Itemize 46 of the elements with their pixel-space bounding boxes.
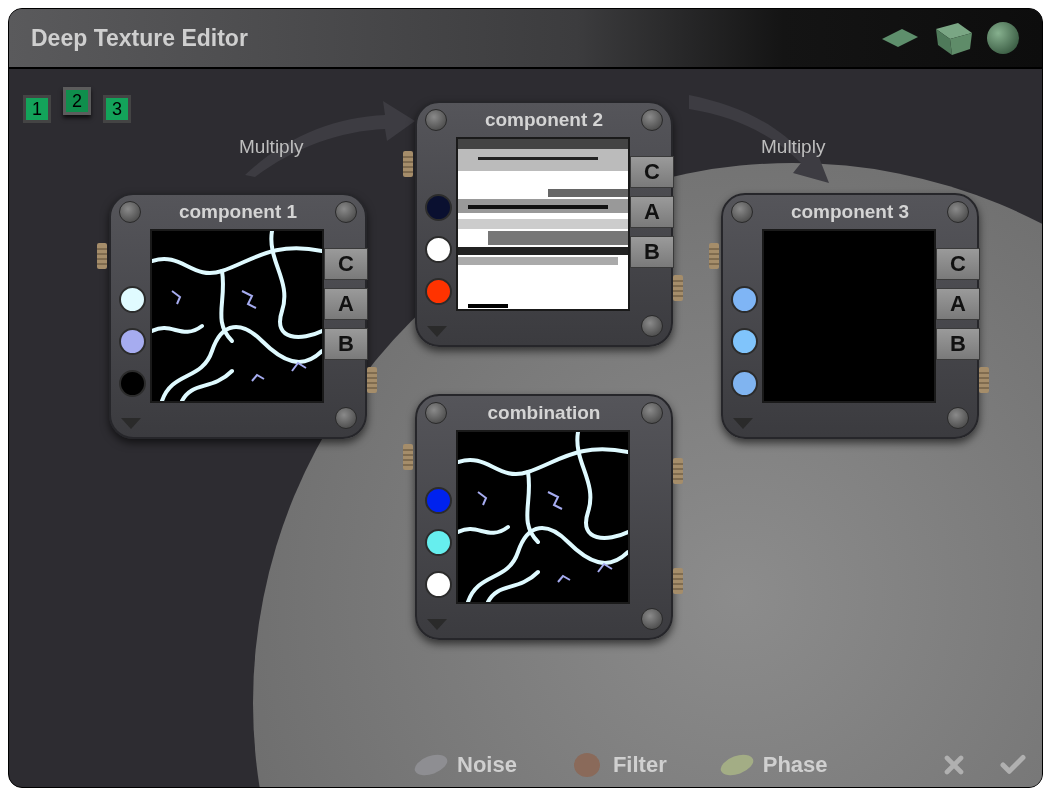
node-title: component 1 — [178, 200, 298, 224]
corner-knob[interactable] — [425, 109, 447, 131]
sphere-icon[interactable] — [986, 21, 1020, 55]
channel-button[interactable]: A — [630, 196, 674, 228]
channel-button[interactable]: C — [324, 248, 368, 280]
color-swatch[interactable] — [425, 571, 452, 598]
color-swatch[interactable] — [425, 529, 452, 556]
color-swatch[interactable] — [119, 328, 146, 355]
corner-knob[interactable] — [335, 407, 357, 429]
corner-knob[interactable] — [335, 201, 357, 223]
corner-knob[interactable] — [425, 402, 447, 424]
color-swatch[interactable] — [425, 487, 452, 514]
channel-button[interactable]: B — [630, 236, 674, 268]
corner-knob[interactable] — [641, 402, 663, 424]
corner-knob[interactable] — [641, 608, 663, 630]
texture-type-button[interactable]: Noise — [413, 748, 517, 781]
channel-button[interactable]: B — [936, 328, 980, 360]
color-swatch[interactable] — [425, 278, 452, 305]
corner-knob[interactable] — [119, 201, 141, 223]
corner-knob[interactable] — [641, 109, 663, 131]
color-swatch[interactable] — [119, 370, 146, 397]
corner-knob[interactable] — [947, 407, 969, 429]
blend-mode-label: Multiply — [761, 135, 826, 159]
channel-button[interactable]: C — [630, 156, 674, 188]
channel-button[interactable]: A — [936, 288, 980, 320]
color-swatch[interactable] — [731, 370, 758, 397]
node-title: combination — [487, 401, 601, 425]
channel-button[interactable]: B — [324, 328, 368, 360]
component-tab[interactable]: 3 — [103, 95, 131, 123]
corner-knob[interactable] — [641, 315, 663, 337]
blend-mode-label: Multiply — [239, 135, 304, 159]
window-title: Deep Texture Editor — [31, 23, 248, 53]
color-swatch[interactable] — [425, 236, 452, 263]
corner-knob[interactable] — [731, 201, 753, 223]
node-title: component 2 — [484, 108, 604, 132]
plane-icon[interactable] — [880, 26, 920, 50]
color-swatch[interactable] — [425, 194, 452, 221]
component-tab[interactable]: 2 — [63, 87, 91, 115]
color-swatch[interactable] — [731, 286, 758, 313]
component-tab[interactable]: 1 — [23, 95, 51, 123]
corner-knob[interactable] — [947, 201, 969, 223]
node-title: component 3 — [790, 200, 910, 224]
color-swatch[interactable] — [731, 328, 758, 355]
channel-button[interactable]: C — [936, 248, 980, 280]
color-swatch[interactable] — [119, 286, 146, 313]
channel-button[interactable]: A — [324, 288, 368, 320]
